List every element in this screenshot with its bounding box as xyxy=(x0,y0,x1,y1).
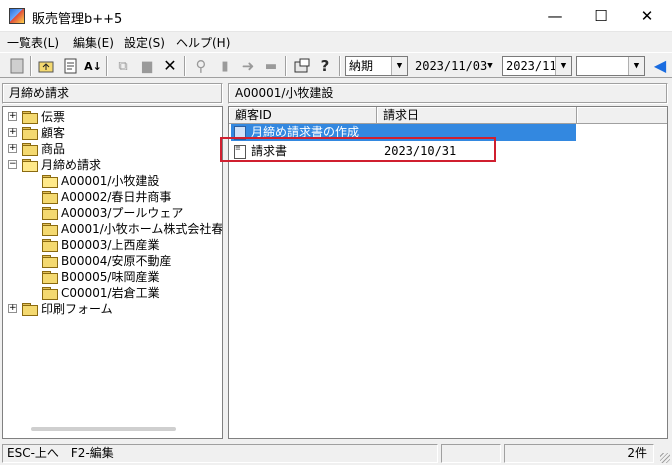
month-value: 2023/11 xyxy=(506,59,557,73)
date-type-value: 納期 xyxy=(349,59,374,73)
tree-item-customer[interactable]: A00003/プールウェア xyxy=(3,205,222,221)
new-doc-icon[interactable] xyxy=(8,57,26,75)
tree-item-label: 月締め請求 xyxy=(41,158,102,172)
date-type-select[interactable]: 納期 ▼ xyxy=(345,56,408,76)
tree-panel: + 伝票 + 顧客 + 商品 − 月締め請求 A00001/小牧建設 A0000… xyxy=(2,106,223,439)
resize-grip-icon[interactable] xyxy=(660,453,670,463)
tree-item-label: A00001/小牧建設 xyxy=(61,174,160,188)
date-field[interactable]: 2023/11/03 ▼ xyxy=(411,56,499,76)
tree-item-customer[interactable]: A00001/小牧建設 xyxy=(3,173,222,189)
column-header-empty xyxy=(577,107,667,124)
status-pane-empty xyxy=(441,444,501,463)
chevron-down-icon[interactable]: ▼ xyxy=(391,57,407,75)
date-value: 2023/11/03 xyxy=(415,59,488,73)
tree-panel-header: 月締め請求 xyxy=(2,83,223,104)
menu-list[interactable]: 一覧表(L) xyxy=(7,34,59,51)
menu-settings[interactable]: 設定(S) xyxy=(124,34,165,51)
folder-icon xyxy=(42,207,58,220)
tree-item-denpyo[interactable]: + 伝票 xyxy=(3,109,222,125)
page-icon[interactable]: ▮ xyxy=(216,57,234,75)
horizontal-scrollbar[interactable] xyxy=(31,427,176,431)
folder-icon xyxy=(42,239,58,252)
expand-icon[interactable]: + xyxy=(8,144,17,153)
menu-bar: 一覧表(L) 編集(E) 設定(S) ヘルプ(H) xyxy=(0,32,672,52)
tree-item-label: B00005/味岡産業 xyxy=(61,270,160,284)
folder-icon xyxy=(42,191,58,204)
expand-icon[interactable]: + xyxy=(8,128,17,137)
tree-item-label: 印刷フォーム xyxy=(41,302,113,316)
tree-item-customer[interactable]: B00005/味岡産業 xyxy=(3,269,222,285)
tree-item-customer[interactable]: A0001/小牧ホーム株式会社春日 xyxy=(3,221,222,237)
collapse-icon[interactable]: − xyxy=(8,160,17,169)
open-folder-icon xyxy=(42,175,58,188)
search-icon[interactable]: ⚲ xyxy=(192,57,210,75)
folder-icon xyxy=(42,271,58,284)
folder-icon xyxy=(22,143,38,156)
tree-item-customer[interactable]: C00001/岩倉工業 xyxy=(3,285,222,301)
spellcheck-icon[interactable]: A↓ xyxy=(84,57,102,75)
tree-item-print-forms[interactable]: + 印刷フォーム xyxy=(3,301,222,317)
minimize-button[interactable]: — xyxy=(532,0,578,32)
tree-item-label: C00001/岩倉工業 xyxy=(61,286,160,300)
tree-item-kokyaku[interactable]: + 顧客 xyxy=(3,125,222,141)
tree-item-label: A00002/春日井商事 xyxy=(61,190,172,204)
close-button[interactable]: ✕ xyxy=(624,0,670,32)
menu-help[interactable]: ヘルプ(H) xyxy=(176,34,230,51)
help-icon[interactable]: ? xyxy=(316,57,334,75)
status-bar: ESC-上へ F2-編集 2件 xyxy=(0,442,672,465)
tree-item-label: 顧客 xyxy=(41,126,66,140)
list-panel-header: A00001/小牧建設 xyxy=(228,83,668,104)
tree-item-label: A0001/小牧ホーム株式会社春日 xyxy=(61,222,223,236)
folder-closed-icon[interactable]: ▬ xyxy=(262,57,280,75)
tree-item-label: B00003/上西産業 xyxy=(61,238,160,252)
menu-edit[interactable]: 編集(E) xyxy=(73,34,114,51)
folder-icon xyxy=(42,255,58,268)
title-bar: 販売管理b++5 — ☐ ✕ xyxy=(0,0,672,32)
delete-icon[interactable]: ✕ xyxy=(161,57,179,75)
tree-item-customer[interactable]: B00003/上西産業 xyxy=(3,237,222,253)
maximize-button[interactable]: ☐ xyxy=(578,0,624,32)
expand-icon[interactable]: + xyxy=(8,304,17,313)
tree-item-customer[interactable]: A00002/春日井商事 xyxy=(3,189,222,205)
arrow-right-icon[interactable]: ➜ xyxy=(239,57,257,75)
chevron-down-icon[interactable]: ▼ xyxy=(555,57,571,75)
folder-up-icon[interactable] xyxy=(37,57,55,75)
month-select[interactable]: 2023/11 ▼ xyxy=(502,56,572,76)
filter-select[interactable]: ▼ xyxy=(576,56,645,76)
tree-item-label: 商品 xyxy=(41,142,66,156)
tree-item-customer[interactable]: B00004/安原不動産 xyxy=(3,253,222,269)
tree-item-label: 伝票 xyxy=(41,110,66,124)
status-count: 2件 xyxy=(504,444,654,463)
folder-icon xyxy=(42,287,58,300)
folder-icon xyxy=(22,127,38,140)
tree-item-tsukijime[interactable]: − 月締め請求 xyxy=(3,157,222,173)
app-icon xyxy=(9,8,25,24)
chevron-down-icon[interactable]: ▼ xyxy=(482,57,498,75)
column-header-customer-id[interactable]: 顧客ID xyxy=(229,107,377,124)
window-title: 販売管理b++5 xyxy=(32,12,123,27)
column-header-invoice-date[interactable]: 請求日 xyxy=(377,107,577,124)
expand-icon[interactable]: + xyxy=(8,112,17,121)
paste-icon[interactable]: ▆ xyxy=(138,57,156,75)
folder-icon xyxy=(22,303,38,316)
copy-icon[interactable]: ⧉ xyxy=(114,57,132,75)
copy-doc-icon[interactable] xyxy=(61,57,79,75)
folder-icon xyxy=(42,223,58,236)
open-folder-icon xyxy=(22,159,38,172)
tree-item-shohin[interactable]: + 商品 xyxy=(3,141,222,157)
properties-icon[interactable] xyxy=(293,57,311,75)
status-shortcuts: ESC-上へ F2-編集 xyxy=(2,444,438,463)
toolbar: A↓ ⧉ ▆ ✕ ⚲ ▮ ➜ ▬ ? 納期 ▼ 2023/11/03 ▼ 202… xyxy=(0,52,672,78)
back-arrow-icon[interactable]: ◀ xyxy=(651,57,669,75)
chevron-down-icon[interactable]: ▼ xyxy=(628,57,644,75)
tree-item-label: A00003/プールウェア xyxy=(61,206,184,220)
tree-item-label: B00004/安原不動産 xyxy=(61,254,172,268)
highlight-annotation xyxy=(220,137,496,162)
folder-icon xyxy=(22,111,38,124)
